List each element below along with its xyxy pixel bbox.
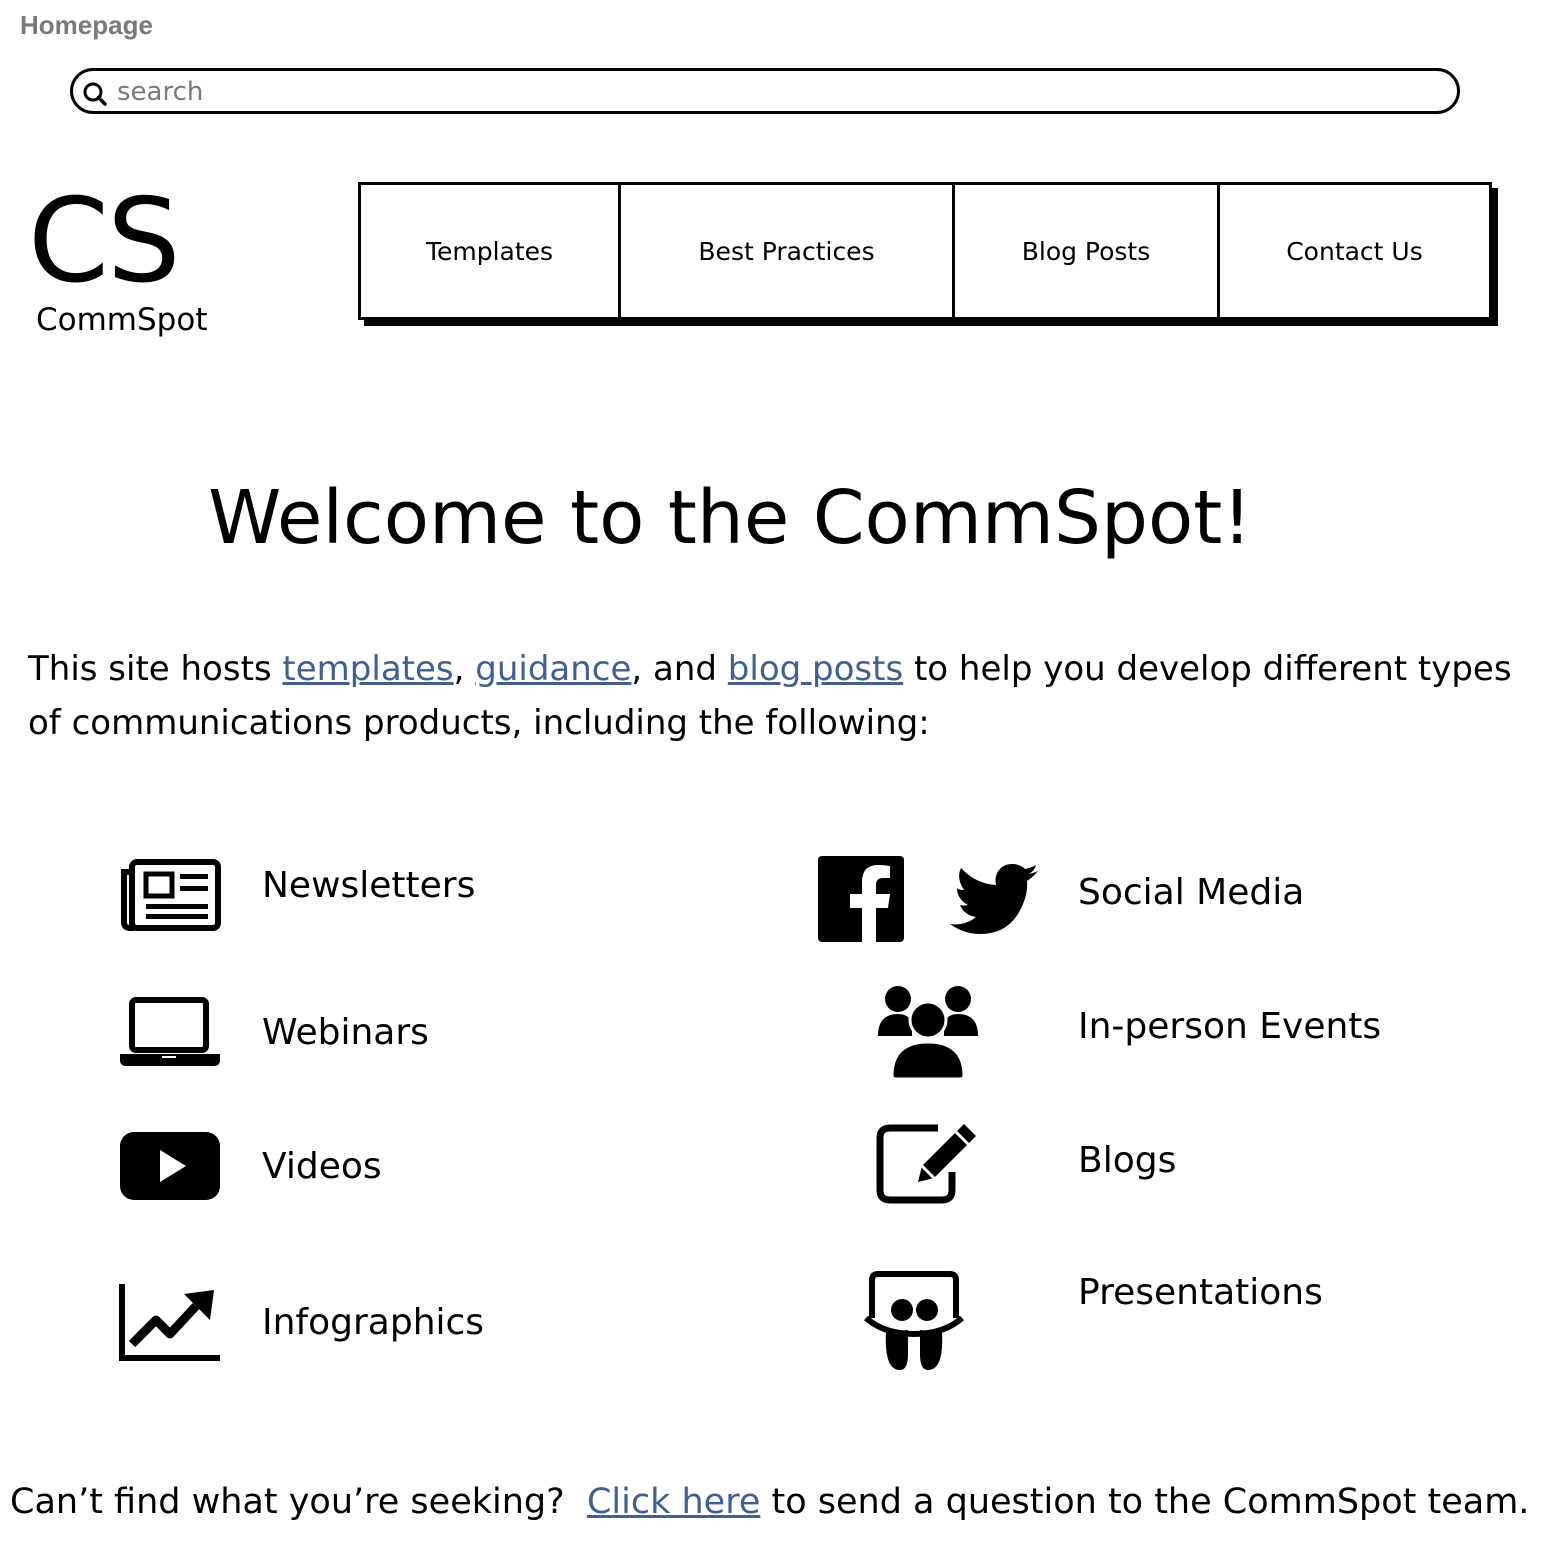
product-label: Social Media [1078,872,1305,913]
nav-item-blog-posts[interactable]: Blog Posts [955,185,1220,317]
product-newsletters: Newsletters [118,858,475,932]
line-chart-icon [119,1284,220,1361]
cta-suffix: to send a question to the CommSpot team. [760,1482,1530,1522]
nav-item-templates[interactable]: Templates [361,185,621,317]
intro-paragraph: This site hosts templates, guidance, and… [28,642,1528,750]
slideshare-icon [864,1270,964,1378]
youtube-play-icon [120,1132,220,1200]
main-nav: Templates Best Practices Blog Posts Cont… [358,182,1492,320]
product-infographics: Infographics [118,1282,484,1362]
product-label: Blogs [1078,1140,1177,1181]
logo-name: CommSpot [36,302,208,338]
product-label: Newsletters [262,864,476,906]
product-blogs: Blogs [1078,1140,1176,1181]
search-bar[interactable] [70,68,1460,114]
nav-item-best-practices[interactable]: Best Practices [621,185,955,317]
product-webinars: Webinars [118,996,429,1068]
intro-prefix: This site hosts [28,649,283,689]
laptop-icon [120,997,220,1066]
product-label: Infographics [262,1301,485,1343]
intro-separator: , and [631,649,728,689]
page-label: Homepage [20,10,153,40]
newspaper-icon [121,859,221,931]
product-presentations: Presentations [1078,1272,1323,1313]
product-label: In-person Events [1078,1006,1382,1047]
click-here-link[interactable]: Click here [587,1482,760,1522]
guidance-link[interactable]: guidance [475,649,631,689]
product-label: Webinars [262,1011,429,1053]
contact-prompt: Can’t find what you’re seeking? Click he… [10,1476,1550,1528]
intro-separator: , [453,649,476,689]
product-videos: Videos [118,1130,382,1202]
product-in-person-events: In-person Events [1078,1006,1381,1047]
nav-item-contact-us[interactable]: Contact Us [1220,185,1489,317]
logo-mark[interactable]: CS [28,172,181,312]
cta-prefix: Can’t find what you’re seeking? [10,1482,587,1522]
facebook-icon [818,856,904,946]
templates-link[interactable]: templates [282,649,453,689]
product-social-media: Social Media [1078,872,1304,913]
product-label: Videos [262,1145,382,1187]
edit-icon [876,1120,980,1208]
search-icon [83,82,107,106]
welcome-heading: Welcome to the CommSpot! [208,475,1252,561]
group-icon [876,984,980,1084]
twitter-icon [948,862,1040,942]
search-input[interactable] [117,75,1417,109]
product-label: Presentations [1078,1272,1323,1313]
blog-posts-link[interactable]: blog posts [728,649,903,689]
